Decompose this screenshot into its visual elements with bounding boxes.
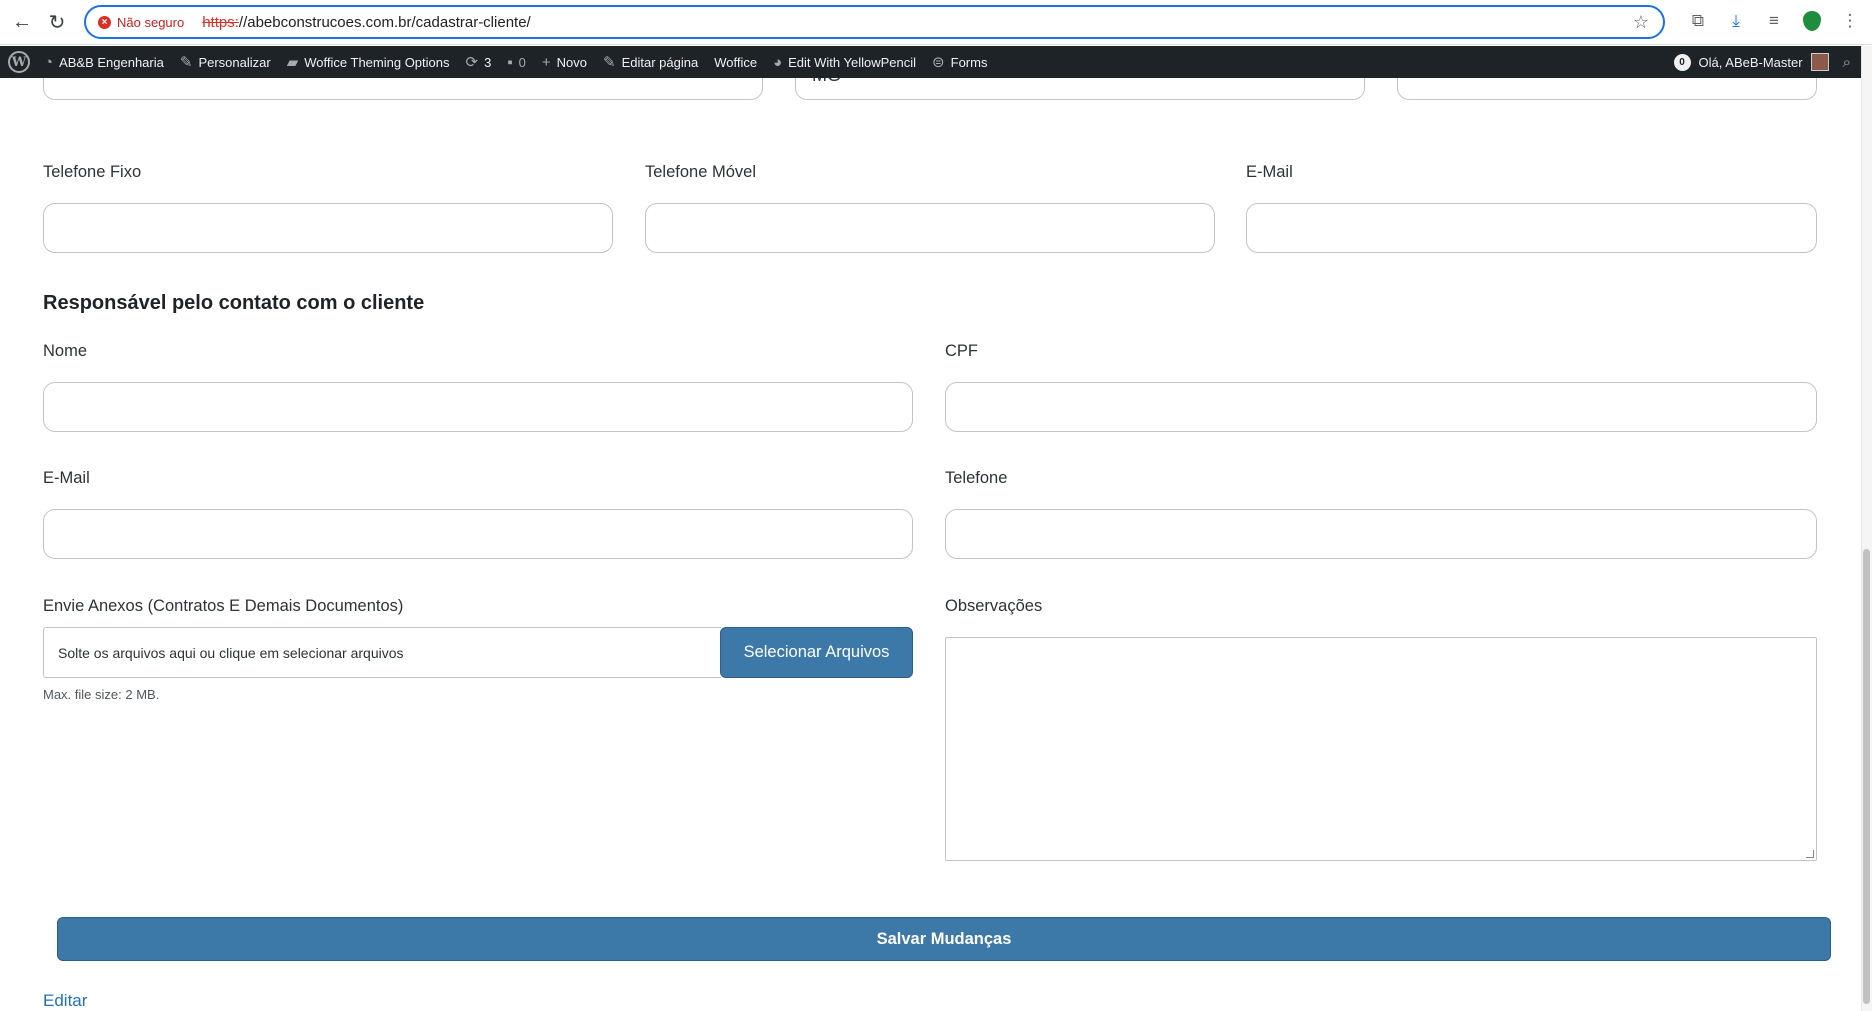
- nome-label: Nome: [43, 342, 88, 360]
- edit-link[interactable]: Editar: [43, 991, 87, 1011]
- updates-link[interactable]: ⟳ 3: [458, 46, 500, 78]
- not-secure-label: Não seguro: [117, 14, 185, 30]
- yellowpencil-icon: ◕: [773, 53, 783, 71]
- edit-page-link[interactable]: ✎ Editar página: [595, 46, 706, 78]
- forms-icon: ⊜: [932, 54, 945, 71]
- customize-link[interactable]: ✎ Personalizar: [172, 46, 279, 78]
- bookmark-star-icon[interactable]: ☆: [1633, 12, 1649, 33]
- browser-toolbar: ← ↻ × Não seguro https: //abebconstrucoe…: [0, 0, 1872, 45]
- avatar[interactable]: [1810, 53, 1829, 71]
- contact-email-input[interactable]: [43, 509, 913, 559]
- download-icon[interactable]: ⤓: [1724, 9, 1748, 33]
- warning-icon: ×: [98, 15, 111, 29]
- url-scheme: https:: [202, 13, 239, 31]
- state-select-value: MG: [812, 78, 841, 86]
- plus-icon: +: [541, 53, 551, 71]
- profile-icon[interactable]: [1800, 9, 1824, 33]
- comments-link[interactable]: ▪ 0: [499, 46, 534, 78]
- menu-kebab-icon[interactable]: ⋮: [1838, 9, 1862, 33]
- observacoes-label: Observações: [945, 597, 1043, 615]
- updates-icon: ⟳: [465, 54, 479, 71]
- forms-link[interactable]: ⊜ Forms: [924, 46, 995, 78]
- save-changes-button[interactable]: Salvar Mudanças: [57, 917, 1831, 961]
- telefone-movel-label: Telefone Móvel: [645, 163, 756, 181]
- nome-input[interactable]: [43, 382, 913, 432]
- file-dropzone[interactable]: Solte os arquivos aqui ou clique em sele…: [43, 627, 721, 678]
- cep-field[interactable]: [1397, 78, 1817, 100]
- cpf-input[interactable]: [945, 382, 1817, 432]
- wordpress-logo-icon[interactable]: W: [8, 51, 30, 73]
- theme-options-link[interactable]: ▰ Woffice Theming Options: [279, 46, 458, 78]
- notifications-badge[interactable]: 0: [1673, 53, 1691, 71]
- brush-icon: ✎: [179, 54, 193, 71]
- pencil-icon: ✎: [603, 54, 616, 71]
- page-content: MG ⌄ Telefone Fixo Telefone Móvel E-Mail…: [0, 78, 1861, 1011]
- chevron-down-icon: ⌄: [1335, 78, 1350, 82]
- back-arrow-icon[interactable]: ←: [8, 8, 36, 36]
- scrollbar-thumb[interactable]: [1863, 549, 1870, 1004]
- contact-email-label: E-Mail: [43, 469, 90, 487]
- extensions-icon[interactable]: ⧉: [1686, 9, 1710, 33]
- telefone-movel-input[interactable]: [645, 203, 1215, 253]
- url-path: //abebconstrucoes.com.br/cadastrar-clien…: [238, 13, 531, 31]
- city-field[interactable]: [43, 78, 763, 100]
- reload-icon[interactable]: ↻: [43, 8, 71, 36]
- not-secure-badge[interactable]: × Não seguro: [98, 15, 184, 30]
- site-name-link[interactable]: ◔ AB&B Engenharia: [36, 46, 172, 78]
- email-label: E-Mail: [1246, 163, 1293, 181]
- telefone-label: Telefone: [945, 469, 1008, 487]
- yellowpencil-link[interactable]: ◕ Edit With YellowPencil: [765, 46, 924, 78]
- address-bar[interactable]: × Não seguro https: //abebconstrucoes.co…: [84, 5, 1665, 39]
- folder-icon: ▰: [286, 54, 299, 71]
- telefone-fixo-input[interactable]: [43, 203, 613, 253]
- observacoes-textarea[interactable]: [945, 637, 1817, 861]
- resize-handle-icon[interactable]: [1806, 850, 1814, 858]
- max-file-size-note: Max. file size: 2 MB.: [43, 687, 160, 702]
- cpf-label: CPF: [945, 342, 978, 360]
- woffice-link[interactable]: Woffice: [706, 46, 765, 78]
- contact-section-title: Responsável pelo contato com o cliente: [43, 292, 425, 314]
- state-select[interactable]: MG ⌄: [795, 78, 1365, 100]
- new-content-link[interactable]: + Novo: [534, 46, 595, 78]
- page-scrollbar[interactable]: [1861, 46, 1872, 1011]
- email-input[interactable]: [1246, 203, 1817, 253]
- select-files-button[interactable]: Selecionar Arquivos: [720, 627, 913, 678]
- media-controls-icon[interactable]: ≡: [1762, 9, 1786, 33]
- anexos-label: Envie Anexos (Contratos E Demais Documen…: [43, 597, 404, 615]
- telefone-input[interactable]: [945, 509, 1817, 559]
- wp-admin-bar: W ◔ AB&B Engenharia ✎ Personalizar ▰ Woffic…: [0, 46, 1861, 78]
- user-greeting[interactable]: Olá, ABeB-Master: [1699, 55, 1803, 70]
- dashboard-icon: ◔: [44, 53, 54, 71]
- telefone-fixo-label: Telefone Fixo: [43, 163, 142, 181]
- search-icon[interactable]: ⌕: [1843, 54, 1851, 71]
- comment-icon: ▪: [507, 53, 513, 71]
